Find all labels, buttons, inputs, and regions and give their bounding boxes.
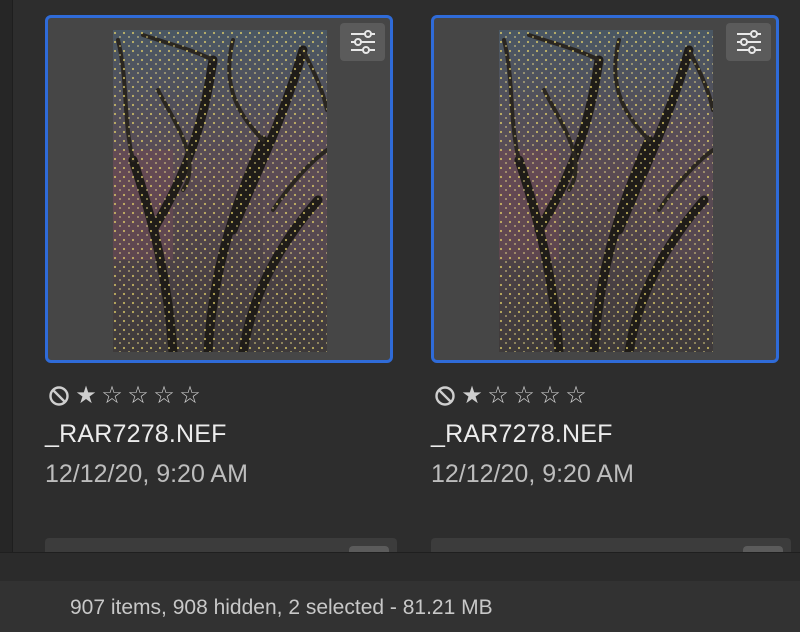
grid-cell[interactable]: ★ ☆ ☆ ☆ ☆ _RAR7278.NEF 12/12/20, 9:20 AM bbox=[399, 0, 791, 552]
sliders-icon bbox=[350, 30, 375, 54]
star-icon[interactable]: ☆ bbox=[485, 384, 511, 408]
next-row-thumbnail[interactable] bbox=[45, 538, 397, 552]
status-summary: 907 items, 908 hidden, 2 selected - 81.2… bbox=[70, 596, 493, 619]
thumbnail-frame[interactable] bbox=[431, 15, 779, 363]
adjustments-button[interactable] bbox=[726, 23, 771, 61]
grid-cell[interactable]: ★ ☆ ☆ ☆ ☆ _RAR7278.NEF 12/12/20, 9:20 AM bbox=[13, 0, 397, 552]
star-icon[interactable]: ☆ bbox=[151, 384, 177, 408]
thumbnail-frame[interactable] bbox=[45, 15, 393, 363]
star-icon[interactable]: ★ bbox=[459, 384, 485, 408]
photo-thumbnail[interactable] bbox=[113, 30, 327, 352]
rating-row: ★ ☆ ☆ ☆ ☆ bbox=[48, 382, 203, 410]
file-name: _RAR7278.NEF bbox=[45, 420, 227, 448]
star-icon[interactable]: ☆ bbox=[99, 384, 125, 408]
status-bar-divider bbox=[0, 552, 800, 581]
star-icon[interactable]: ☆ bbox=[537, 384, 563, 408]
sliders-icon bbox=[736, 30, 761, 54]
adjustments-button[interactable] bbox=[340, 23, 385, 61]
rating-row: ★ ☆ ☆ ☆ ☆ bbox=[434, 382, 589, 410]
reject-flag-icon[interactable] bbox=[434, 385, 456, 407]
star-icon[interactable]: ☆ bbox=[563, 384, 589, 408]
next-row-thumbnail[interactable] bbox=[431, 538, 791, 552]
star-icon[interactable]: ☆ bbox=[177, 384, 203, 408]
star-icon[interactable]: ★ bbox=[73, 384, 99, 408]
photo-thumbnail[interactable] bbox=[499, 30, 713, 352]
star-icon[interactable]: ☆ bbox=[511, 384, 537, 408]
status-bar bbox=[0, 552, 800, 632]
photo-grid: ★ ☆ ☆ ☆ ☆ _RAR7278.NEF 12/12/20, 9:20 AM bbox=[13, 0, 800, 552]
file-name: _RAR7278.NEF bbox=[431, 420, 613, 448]
capture-date: 12/12/20, 9:20 AM bbox=[431, 460, 634, 488]
reject-flag-icon[interactable] bbox=[48, 385, 70, 407]
sidebar-edge bbox=[0, 0, 13, 552]
star-icon[interactable]: ☆ bbox=[125, 384, 151, 408]
capture-date: 12/12/20, 9:20 AM bbox=[45, 460, 248, 488]
